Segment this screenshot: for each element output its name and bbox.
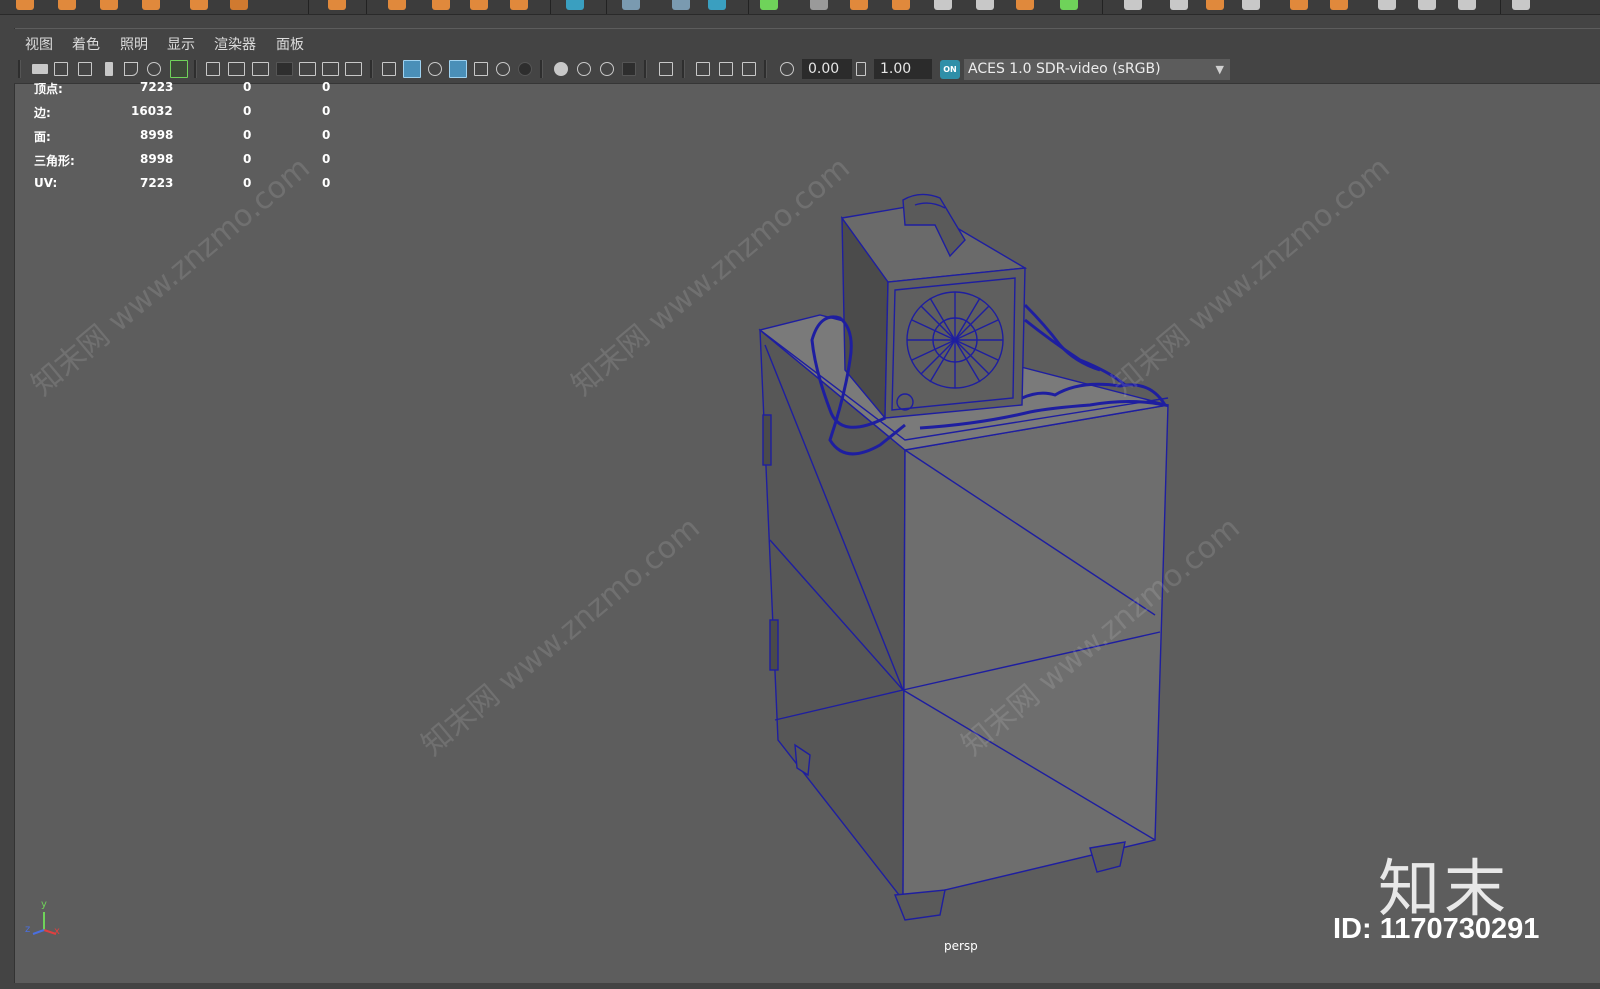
axis-x-label: x: [54, 926, 60, 937]
axis-y-label: y: [41, 899, 47, 910]
fan-grille: [907, 292, 1003, 388]
axis-z-label: z: [25, 924, 31, 935]
camera-name-label: persp: [944, 939, 978, 953]
watermark-id: ID: 1170730291: [1333, 913, 1540, 945]
axis-gizmo: [32, 912, 57, 935]
viewport-canvas[interactable]: [0, 0, 1600, 989]
